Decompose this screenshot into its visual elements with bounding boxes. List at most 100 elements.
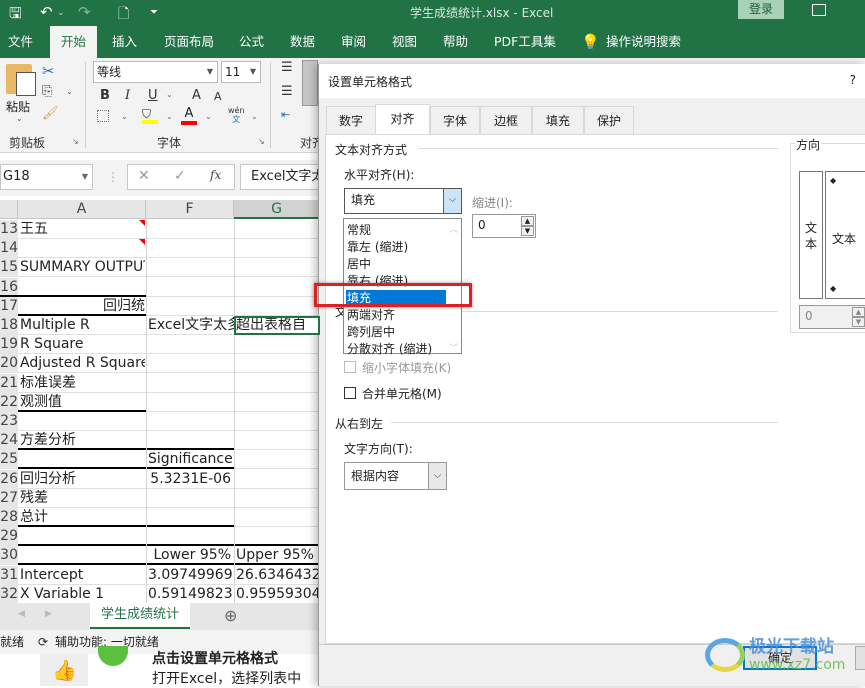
vertical-text-button[interactable]: 文本 xyxy=(799,171,823,299)
merge-cells-checkbox[interactable] xyxy=(344,387,356,399)
copy-dropdown-icon[interactable]: ⌄ xyxy=(66,87,73,96)
comment-indicator-icon[interactable] xyxy=(139,220,145,226)
formula-input[interactable]: Excel文字太多超出表格自 xyxy=(240,164,330,190)
save-icon[interactable]: 🖫 xyxy=(9,3,22,28)
tab-page-layout[interactable]: 页面布局 xyxy=(156,26,222,58)
cell-f21[interactable] xyxy=(148,374,233,393)
tab-review[interactable]: 审阅 xyxy=(333,26,374,58)
font-launcher-icon[interactable]: ↘ xyxy=(258,137,265,146)
drag-handle-icon[interactable]: ⋮ xyxy=(107,170,119,184)
align-middle-active-icon[interactable] xyxy=(302,60,318,106)
indent-spinner[interactable]: 0 ▲ ▼ xyxy=(472,214,536,238)
cell-g13[interactable] xyxy=(236,220,319,239)
cell-a18[interactable]: Multiple R xyxy=(20,316,145,335)
login-button[interactable]: 登录 xyxy=(738,0,784,19)
row-header[interactable]: 22 xyxy=(0,393,18,412)
tab-file[interactable]: 文件 xyxy=(0,26,41,58)
option-distributed-indent[interactable]: 分散对齐 (缩进) xyxy=(346,341,456,358)
tab-number[interactable]: 数字 xyxy=(326,106,376,134)
cell-g24[interactable] xyxy=(236,431,319,450)
row-header[interactable]: 17 xyxy=(0,297,18,316)
column-header-g[interactable]: G xyxy=(234,200,320,219)
cell-a31[interactable]: Intercept xyxy=(20,566,145,585)
cell-a23[interactable] xyxy=(20,412,145,431)
tab-fill[interactable]: 填充 xyxy=(532,106,584,134)
ok-button[interactable]: 确定 xyxy=(743,646,817,670)
row-header[interactable]: 25 xyxy=(0,450,18,469)
bold-button[interactable]: B xyxy=(100,88,110,103)
cell-f20[interactable] xyxy=(148,354,233,373)
row-header[interactable]: 23 xyxy=(0,412,18,431)
decrease-indent-icon[interactable]: ⇤ xyxy=(281,108,290,121)
scroll-up-icon[interactable]: ︿ xyxy=(449,222,458,235)
row-header[interactable]: 24 xyxy=(0,431,18,450)
underline-button[interactable]: U xyxy=(148,88,158,103)
cell-f14[interactable] xyxy=(148,239,233,258)
orientation-dial[interactable]: ◆ 文本 ◆ xyxy=(825,171,865,299)
row-header[interactable]: 27 xyxy=(0,489,18,508)
cancel-icon[interactable]: ✕ xyxy=(138,168,150,184)
tab-data[interactable]: 数据 xyxy=(282,26,323,58)
column-header-f[interactable]: F xyxy=(146,200,234,219)
name-box[interactable]: G18 ▼ xyxy=(0,164,93,190)
borders-dropdown-icon[interactable]: ⌄ xyxy=(121,112,128,121)
row-header[interactable]: 28 xyxy=(0,508,18,527)
paste-button[interactable]: 粘贴 xyxy=(6,98,30,115)
cell-g27[interactable] xyxy=(236,489,319,508)
fill-color-dropdown-icon[interactable]: ⌄ xyxy=(166,112,173,121)
phonetic-dropdown-icon[interactable]: ⌄ xyxy=(251,112,258,121)
fill-color-icon[interactable]: ⛉ xyxy=(142,107,158,124)
cell-g20[interactable] xyxy=(236,354,319,373)
add-sheet-icon[interactable]: ⊕ xyxy=(224,606,237,625)
cell-f22[interactable] xyxy=(148,393,233,412)
scroll-down-icon[interactable]: ﹀ xyxy=(449,341,458,354)
cell-a32[interactable]: X Variable 1 xyxy=(20,585,145,604)
shrink-to-fit-checkbox[interactable] xyxy=(344,361,356,373)
cell-g22[interactable] xyxy=(236,393,319,412)
align-left-icon[interactable]: ☰ xyxy=(281,84,293,99)
undo-icon[interactable]: ↶ xyxy=(40,3,53,21)
row-header[interactable]: 32 xyxy=(0,585,18,604)
option-center[interactable]: 居中 xyxy=(346,256,446,273)
phonetic-guide-icon[interactable]: wén 文 xyxy=(228,106,245,124)
row-header[interactable]: 30 xyxy=(0,546,18,565)
insert-function-icon[interactable]: fx xyxy=(210,168,221,182)
row-header[interactable]: 18 xyxy=(0,316,18,335)
paste-icon[interactable] xyxy=(6,64,36,96)
chevron-down-icon[interactable]: ⌵ xyxy=(428,463,446,489)
scroll-right-icon[interactable]: ▶ xyxy=(45,609,52,619)
cancel-button[interactable] xyxy=(855,646,865,670)
spin-up-icon[interactable]: ▲ xyxy=(852,307,865,317)
align-top-icon[interactable]: ☰ xyxy=(281,60,293,75)
tab-alignment[interactable]: 对齐 xyxy=(375,104,430,135)
undo-dropdown-icon[interactable]: ⌄ xyxy=(57,8,65,18)
cell-g31[interactable]: 26.6346432 xyxy=(236,566,319,585)
format-painter-icon[interactable]: 🖌 xyxy=(42,106,59,121)
print-preview-icon[interactable]: 🗋 xyxy=(118,3,129,27)
tab-font[interactable]: 字体 xyxy=(430,106,480,134)
cell-f13[interactable] xyxy=(148,220,233,239)
cell-f32[interactable]: 0.59149823 xyxy=(148,585,233,604)
cell-g23[interactable] xyxy=(236,412,319,431)
borders-icon[interactable] xyxy=(97,110,109,122)
accessibility-icon[interactable]: ⟳ xyxy=(38,630,48,654)
cell-a13[interactable]: 王五 xyxy=(20,220,145,239)
row-header[interactable]: 26 xyxy=(0,470,18,489)
cell-g14[interactable] xyxy=(236,239,319,258)
column-header-a[interactable]: A xyxy=(18,200,146,219)
tab-view[interactable]: 视图 xyxy=(384,26,425,58)
tab-protection[interactable]: 保护 xyxy=(584,106,634,134)
cell-g21[interactable] xyxy=(236,374,319,393)
cell-f23[interactable] xyxy=(148,412,233,431)
cell-g17[interactable] xyxy=(236,297,319,316)
row-header[interactable]: 21 xyxy=(0,374,18,393)
scroll-left-icon[interactable]: ◀ xyxy=(18,609,25,619)
cell-a15[interactable]: SUMMARY OUTPUT xyxy=(20,258,145,277)
degrees-spinner[interactable]: 0 ▲ ▼ xyxy=(799,305,865,329)
underline-dropdown-icon[interactable]: ⌄ xyxy=(166,90,173,99)
cell-g18[interactable]: 超出表格自 xyxy=(234,316,320,335)
spin-up-icon[interactable]: ▲ xyxy=(521,216,534,226)
cell-f26[interactable]: 5.3231E-06 xyxy=(148,470,233,489)
font-name-select[interactable]: 等线 ▼ xyxy=(93,61,218,83)
redo-icon[interactable]: ↷ xyxy=(78,3,91,21)
